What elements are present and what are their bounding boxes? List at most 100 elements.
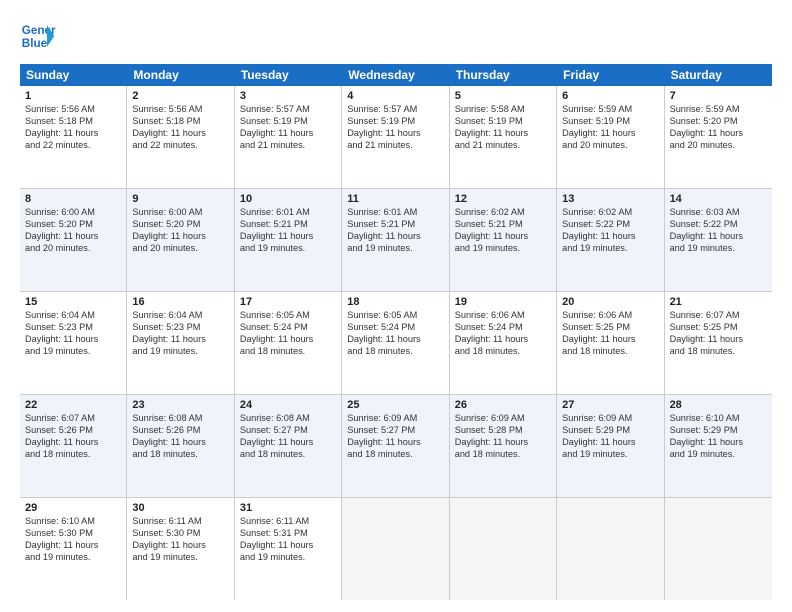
day-number: 18 — [347, 295, 443, 309]
header: General Blue — [20, 18, 772, 54]
day-info-line: Sunrise: 5:59 AM — [670, 104, 767, 116]
day-info-line: and 18 minutes. — [455, 346, 551, 358]
day-info-line: Daylight: 11 hours — [132, 128, 228, 140]
calendar-cell: 21Sunrise: 6:07 AMSunset: 5:25 PMDayligh… — [665, 292, 772, 394]
calendar-cell: 26Sunrise: 6:09 AMSunset: 5:28 PMDayligh… — [450, 395, 557, 497]
day-info-line: Daylight: 11 hours — [240, 540, 336, 552]
weekday-header: Friday — [557, 64, 664, 86]
day-info-line: Sunset: 5:22 PM — [670, 219, 767, 231]
day-info-line: Sunrise: 6:11 AM — [132, 516, 228, 528]
day-info-line: and 18 minutes. — [240, 449, 336, 461]
day-info-line: Sunrise: 5:57 AM — [347, 104, 443, 116]
day-info-line: Sunrise: 6:04 AM — [25, 310, 121, 322]
calendar-body: 1Sunrise: 5:56 AMSunset: 5:18 PMDaylight… — [20, 86, 772, 600]
day-info-line: and 19 minutes. — [455, 243, 551, 255]
calendar-cell — [342, 498, 449, 600]
day-number: 5 — [455, 89, 551, 103]
day-info-line: Sunrise: 6:05 AM — [347, 310, 443, 322]
day-info-line: Sunrise: 6:08 AM — [240, 413, 336, 425]
day-info-line: Daylight: 11 hours — [132, 437, 228, 449]
day-info-line: and 19 minutes. — [25, 346, 121, 358]
day-info-line: Sunset: 5:24 PM — [455, 322, 551, 334]
day-info-line: Daylight: 11 hours — [455, 231, 551, 243]
day-info-line: Sunset: 5:21 PM — [240, 219, 336, 231]
day-number: 8 — [25, 192, 121, 206]
day-info-line: Daylight: 11 hours — [240, 128, 336, 140]
day-info-line: and 20 minutes. — [132, 243, 228, 255]
day-info-line: Sunset: 5:30 PM — [25, 528, 121, 540]
calendar-row: 1Sunrise: 5:56 AMSunset: 5:18 PMDaylight… — [20, 86, 772, 189]
day-info-line: Sunrise: 5:58 AM — [455, 104, 551, 116]
day-info-line: and 18 minutes. — [132, 449, 228, 461]
day-info-line: Daylight: 11 hours — [670, 128, 767, 140]
calendar-cell: 25Sunrise: 6:09 AMSunset: 5:27 PMDayligh… — [342, 395, 449, 497]
day-info-line: Daylight: 11 hours — [670, 231, 767, 243]
day-info-line: and 18 minutes. — [25, 449, 121, 461]
weekday-header: Thursday — [450, 64, 557, 86]
calendar-cell: 27Sunrise: 6:09 AMSunset: 5:29 PMDayligh… — [557, 395, 664, 497]
day-number: 14 — [670, 192, 767, 206]
day-info-line: Daylight: 11 hours — [670, 334, 767, 346]
day-info-line: Sunset: 5:22 PM — [562, 219, 658, 231]
day-info-line: and 18 minutes. — [562, 346, 658, 358]
day-info-line: Sunrise: 6:05 AM — [240, 310, 336, 322]
day-info-line: and 20 minutes. — [670, 140, 767, 152]
calendar-cell: 29Sunrise: 6:10 AMSunset: 5:30 PMDayligh… — [20, 498, 127, 600]
day-info-line: Daylight: 11 hours — [670, 437, 767, 449]
day-info-line: and 21 minutes. — [240, 140, 336, 152]
calendar-cell: 22Sunrise: 6:07 AMSunset: 5:26 PMDayligh… — [20, 395, 127, 497]
day-info-line: Daylight: 11 hours — [25, 437, 121, 449]
day-number: 13 — [562, 192, 658, 206]
calendar-cell: 3Sunrise: 5:57 AMSunset: 5:19 PMDaylight… — [235, 86, 342, 188]
calendar: SundayMondayTuesdayWednesdayThursdayFrid… — [20, 64, 772, 600]
calendar-cell: 23Sunrise: 6:08 AMSunset: 5:26 PMDayligh… — [127, 395, 234, 497]
calendar-row: 15Sunrise: 6:04 AM Sunset: 5:23 PM Dayligh… — [20, 292, 772, 395]
day-info-line: Daylight: 11 hours — [562, 334, 658, 346]
day-info-line: Sunset: 5:27 PM — [347, 425, 443, 437]
day-info-line: Daylight: 11 hours — [455, 334, 551, 346]
day-info-line: Daylight: 11 hours — [25, 540, 121, 552]
page: General Blue SundayMondayTuesdayWednesda… — [0, 0, 792, 612]
day-info-line: Sunrise: 6:01 AM — [347, 207, 443, 219]
day-info-line: Sunset: 5:25 PM — [670, 322, 767, 334]
calendar-cell: 6Sunrise: 5:59 AMSunset: 5:19 PMDaylight… — [557, 86, 664, 188]
day-info-line: Sunrise: 5:59 AM — [562, 104, 658, 116]
day-info-line: Sunrise: 6:09 AM — [347, 413, 443, 425]
day-number: 24 — [240, 398, 336, 412]
day-number: 11 — [347, 192, 443, 206]
day-number: 27 — [562, 398, 658, 412]
day-info-line: and 18 minutes. — [347, 346, 443, 358]
day-number: 15 — [25, 295, 121, 309]
day-info-line: Sunset: 5:19 PM — [347, 116, 443, 128]
calendar-cell: 15Sunrise: 6:04 AMSunset: 5:23 PMDayligh… — [20, 292, 127, 394]
day-info-line: Sunset: 5:30 PM — [132, 528, 228, 540]
svg-text:Blue: Blue — [22, 37, 48, 50]
calendar-cell: 11Sunrise: 6:01 AMSunset: 5:21 PMDayligh… — [342, 189, 449, 291]
calendar-cell: 4Sunrise: 5:57 AMSunset: 5:19 PMDaylight… — [342, 86, 449, 188]
day-info-line: Sunset: 5:19 PM — [455, 116, 551, 128]
calendar-cell: 13Sunrise: 6:02 AMSunset: 5:22 PMDayligh… — [557, 189, 664, 291]
day-info-line: Sunrise: 6:06 AM — [562, 310, 658, 322]
day-info-line: Sunrise: 5:57 AM — [240, 104, 336, 116]
day-number: 16 — [132, 295, 228, 309]
calendar-row: 8 Sunrise: 6:00 AMSunset: 5:20 PM Daylight… — [20, 189, 772, 292]
day-info-line: Sunrise: 6:06 AM — [455, 310, 551, 322]
day-info-line: Sunset: 5:26 PM — [25, 425, 121, 437]
calendar-cell — [450, 498, 557, 600]
day-info-line: Sunset: 5:31 PM — [240, 528, 336, 540]
day-info-line: Daylight: 11 hours — [132, 540, 228, 552]
day-info-line: Sunset: 5:20 PM — [132, 219, 228, 231]
day-info-line: Sunrise: 6:00 AM — [132, 207, 228, 219]
day-info-line: Daylight: 11 hours — [455, 437, 551, 449]
day-info-line: and 20 minutes. — [25, 243, 121, 255]
day-info-line: Sunrise: 6:02 AM — [562, 207, 658, 219]
day-number: 21 — [670, 295, 767, 309]
day-info-line: and 19 minutes. — [132, 346, 228, 358]
day-info-line: Daylight: 11 hours — [347, 334, 443, 346]
day-info-line: and 18 minutes. — [455, 449, 551, 461]
day-number: 20 — [562, 295, 658, 309]
day-info-line: and 21 minutes. — [347, 140, 443, 152]
day-info-line: Sunset: 5:23 PM — [132, 322, 228, 334]
day-info-line: Sunrise: 6:07 AM — [25, 413, 121, 425]
day-info-line: and 19 minutes. — [240, 243, 336, 255]
